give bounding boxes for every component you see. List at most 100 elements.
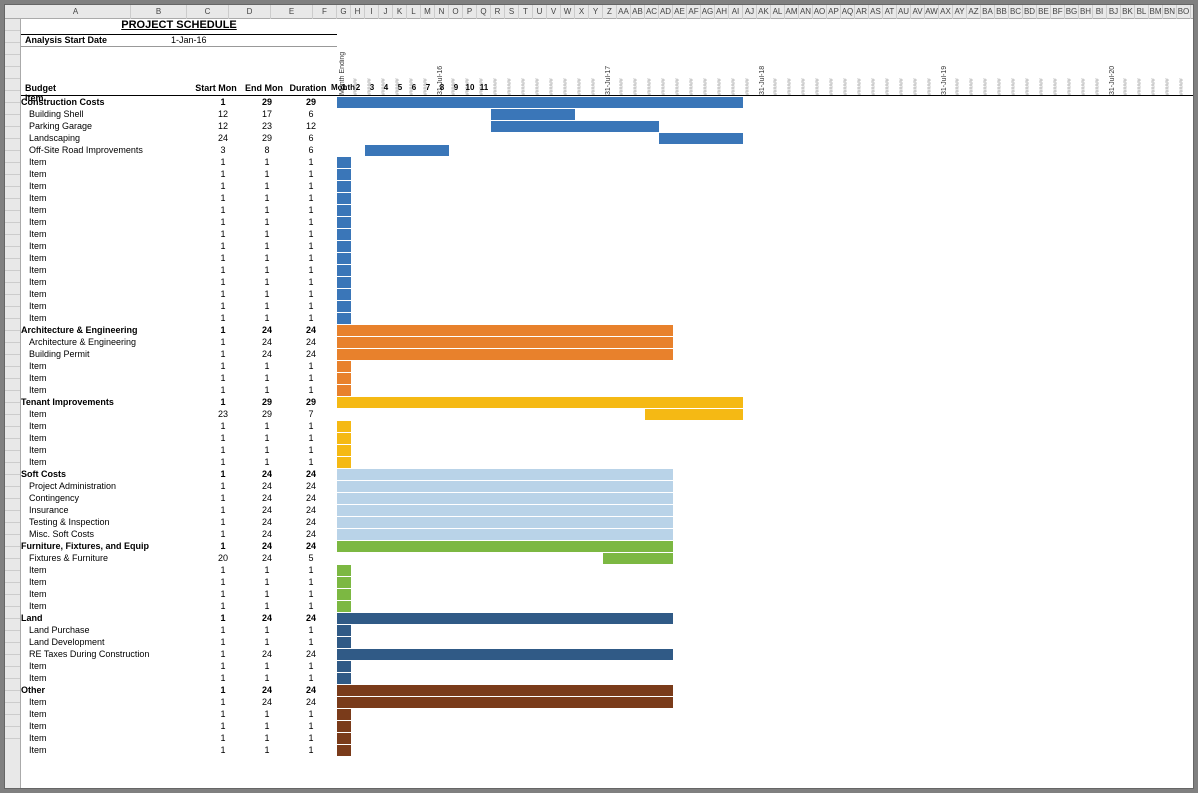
col-hdr[interactable]: N bbox=[435, 5, 449, 19]
row-hdr[interactable] bbox=[5, 523, 20, 535]
col-hdr[interactable]: BM bbox=[1149, 5, 1163, 19]
col-hdr[interactable]: AU bbox=[897, 5, 911, 19]
row-hdr[interactable] bbox=[5, 535, 20, 547]
col-hdr[interactable]: AT bbox=[883, 5, 897, 19]
gantt-bar[interactable] bbox=[337, 97, 743, 108]
row-hdr[interactable] bbox=[5, 307, 20, 319]
gantt-bar[interactable] bbox=[337, 625, 351, 636]
row-hdr[interactable] bbox=[5, 199, 20, 211]
col-hdr[interactable]: U bbox=[533, 5, 547, 19]
gantt-bar[interactable] bbox=[337, 589, 351, 600]
row-hdr[interactable] bbox=[5, 223, 20, 235]
col-hdr[interactable]: P bbox=[463, 5, 477, 19]
col-hdr[interactable]: BG bbox=[1065, 5, 1079, 19]
gantt-bar[interactable] bbox=[337, 241, 351, 252]
row-hdr[interactable] bbox=[5, 175, 20, 187]
gantt-bar[interactable] bbox=[491, 109, 575, 120]
gantt-bar[interactable] bbox=[337, 421, 351, 432]
col-hdr[interactable]: M bbox=[421, 5, 435, 19]
gantt-bar[interactable] bbox=[337, 433, 351, 444]
col-hdr[interactable]: AO bbox=[813, 5, 827, 19]
col-hdr[interactable]: Z bbox=[603, 5, 617, 19]
gantt-bar[interactable] bbox=[337, 541, 673, 552]
row-hdr[interactable] bbox=[5, 43, 20, 55]
gantt-bar[interactable] bbox=[337, 505, 673, 516]
col-hdr[interactable]: K bbox=[393, 5, 407, 19]
row-hdr[interactable] bbox=[5, 475, 20, 487]
col-hdr[interactable]: BJ bbox=[1107, 5, 1121, 19]
gantt-bar[interactable] bbox=[337, 649, 673, 660]
row-hdr[interactable] bbox=[5, 379, 20, 391]
col-hdr[interactable]: O bbox=[449, 5, 463, 19]
row-hdr[interactable] bbox=[5, 667, 20, 679]
row-hdr[interactable] bbox=[5, 295, 20, 307]
col-hdr[interactable]: AR bbox=[855, 5, 869, 19]
gantt-bar[interactable] bbox=[337, 373, 351, 384]
gantt-bar[interactable] bbox=[337, 685, 673, 696]
gantt-bar[interactable] bbox=[337, 469, 673, 480]
col-hdr[interactable]: BC bbox=[1009, 5, 1023, 19]
gantt-bar[interactable] bbox=[337, 565, 351, 576]
col-hdr[interactable]: AY bbox=[953, 5, 967, 19]
gantt-bar[interactable] bbox=[337, 493, 673, 504]
gantt-bar[interactable] bbox=[337, 637, 351, 648]
row-hdr[interactable] bbox=[5, 55, 20, 67]
row-hdr[interactable] bbox=[5, 91, 20, 103]
col-hdr[interactable]: L bbox=[407, 5, 421, 19]
col-hdr[interactable]: W bbox=[561, 5, 575, 19]
gantt-bar[interactable] bbox=[337, 325, 673, 336]
col-hdr[interactable]: BI bbox=[1093, 5, 1107, 19]
col-hdr[interactable]: AF bbox=[687, 5, 701, 19]
col-hdr[interactable]: BF bbox=[1051, 5, 1065, 19]
row-hdr[interactable] bbox=[5, 31, 20, 43]
gantt-bar[interactable] bbox=[337, 169, 351, 180]
row-hdr[interactable] bbox=[5, 415, 20, 427]
row-hdr[interactable] bbox=[5, 67, 20, 79]
row-hdr[interactable] bbox=[5, 259, 20, 271]
col-hdr[interactable]: G bbox=[337, 5, 351, 19]
col-hdr[interactable]: BO bbox=[1177, 5, 1191, 19]
row-hdr[interactable] bbox=[5, 655, 20, 667]
row-hdr[interactable] bbox=[5, 619, 20, 631]
col-hdr[interactable]: BB bbox=[995, 5, 1009, 19]
row-hdr[interactable] bbox=[5, 163, 20, 175]
row-hdr[interactable] bbox=[5, 595, 20, 607]
gantt-bar[interactable] bbox=[337, 745, 351, 756]
gantt-bar[interactable] bbox=[337, 289, 351, 300]
gantt-bar[interactable] bbox=[645, 409, 743, 420]
col-hdr[interactable]: AS bbox=[869, 5, 883, 19]
col-hdr[interactable]: D bbox=[229, 5, 271, 19]
row-hdr[interactable] bbox=[5, 79, 20, 91]
row-hdr[interactable] bbox=[5, 499, 20, 511]
col-hdr[interactable]: AQ bbox=[841, 5, 855, 19]
gantt-bar[interactable] bbox=[337, 397, 743, 408]
gantt-bar[interactable] bbox=[337, 673, 351, 684]
gantt-bar[interactable] bbox=[337, 445, 351, 456]
row-hdr[interactable] bbox=[5, 679, 20, 691]
gantt-bar[interactable] bbox=[337, 457, 351, 468]
gantt-bar[interactable] bbox=[365, 145, 449, 156]
row-hdr[interactable] bbox=[5, 439, 20, 451]
row-hdr[interactable] bbox=[5, 451, 20, 463]
col-hdr[interactable]: AG bbox=[701, 5, 715, 19]
col-hdr[interactable]: Y bbox=[589, 5, 603, 19]
col-hdr[interactable]: AD bbox=[659, 5, 673, 19]
col-hdr[interactable]: B bbox=[131, 5, 187, 19]
row-hdr[interactable] bbox=[5, 583, 20, 595]
row-hdr[interactable] bbox=[5, 271, 20, 283]
gantt-bar[interactable] bbox=[337, 265, 351, 276]
gantt-bar[interactable] bbox=[337, 193, 351, 204]
gantt-bar[interactable] bbox=[337, 733, 351, 744]
col-hdr[interactable]: AK bbox=[757, 5, 771, 19]
col-hdr[interactable]: AP bbox=[827, 5, 841, 19]
col-hdr[interactable]: BH bbox=[1079, 5, 1093, 19]
gantt-bar[interactable] bbox=[337, 601, 351, 612]
column-headers[interactable]: ABCDEFGHIJKLMNOPQRSTUVWXYZAAABACADAEAFAG… bbox=[5, 5, 1193, 19]
gantt-bar[interactable] bbox=[337, 349, 673, 360]
col-hdr[interactable]: V bbox=[547, 5, 561, 19]
gantt-bar[interactable] bbox=[337, 301, 351, 312]
col-hdr[interactable]: AA bbox=[617, 5, 631, 19]
row-hdr[interactable] bbox=[5, 139, 20, 151]
gantt-bar[interactable] bbox=[337, 313, 351, 324]
col-hdr[interactable]: BE bbox=[1037, 5, 1051, 19]
